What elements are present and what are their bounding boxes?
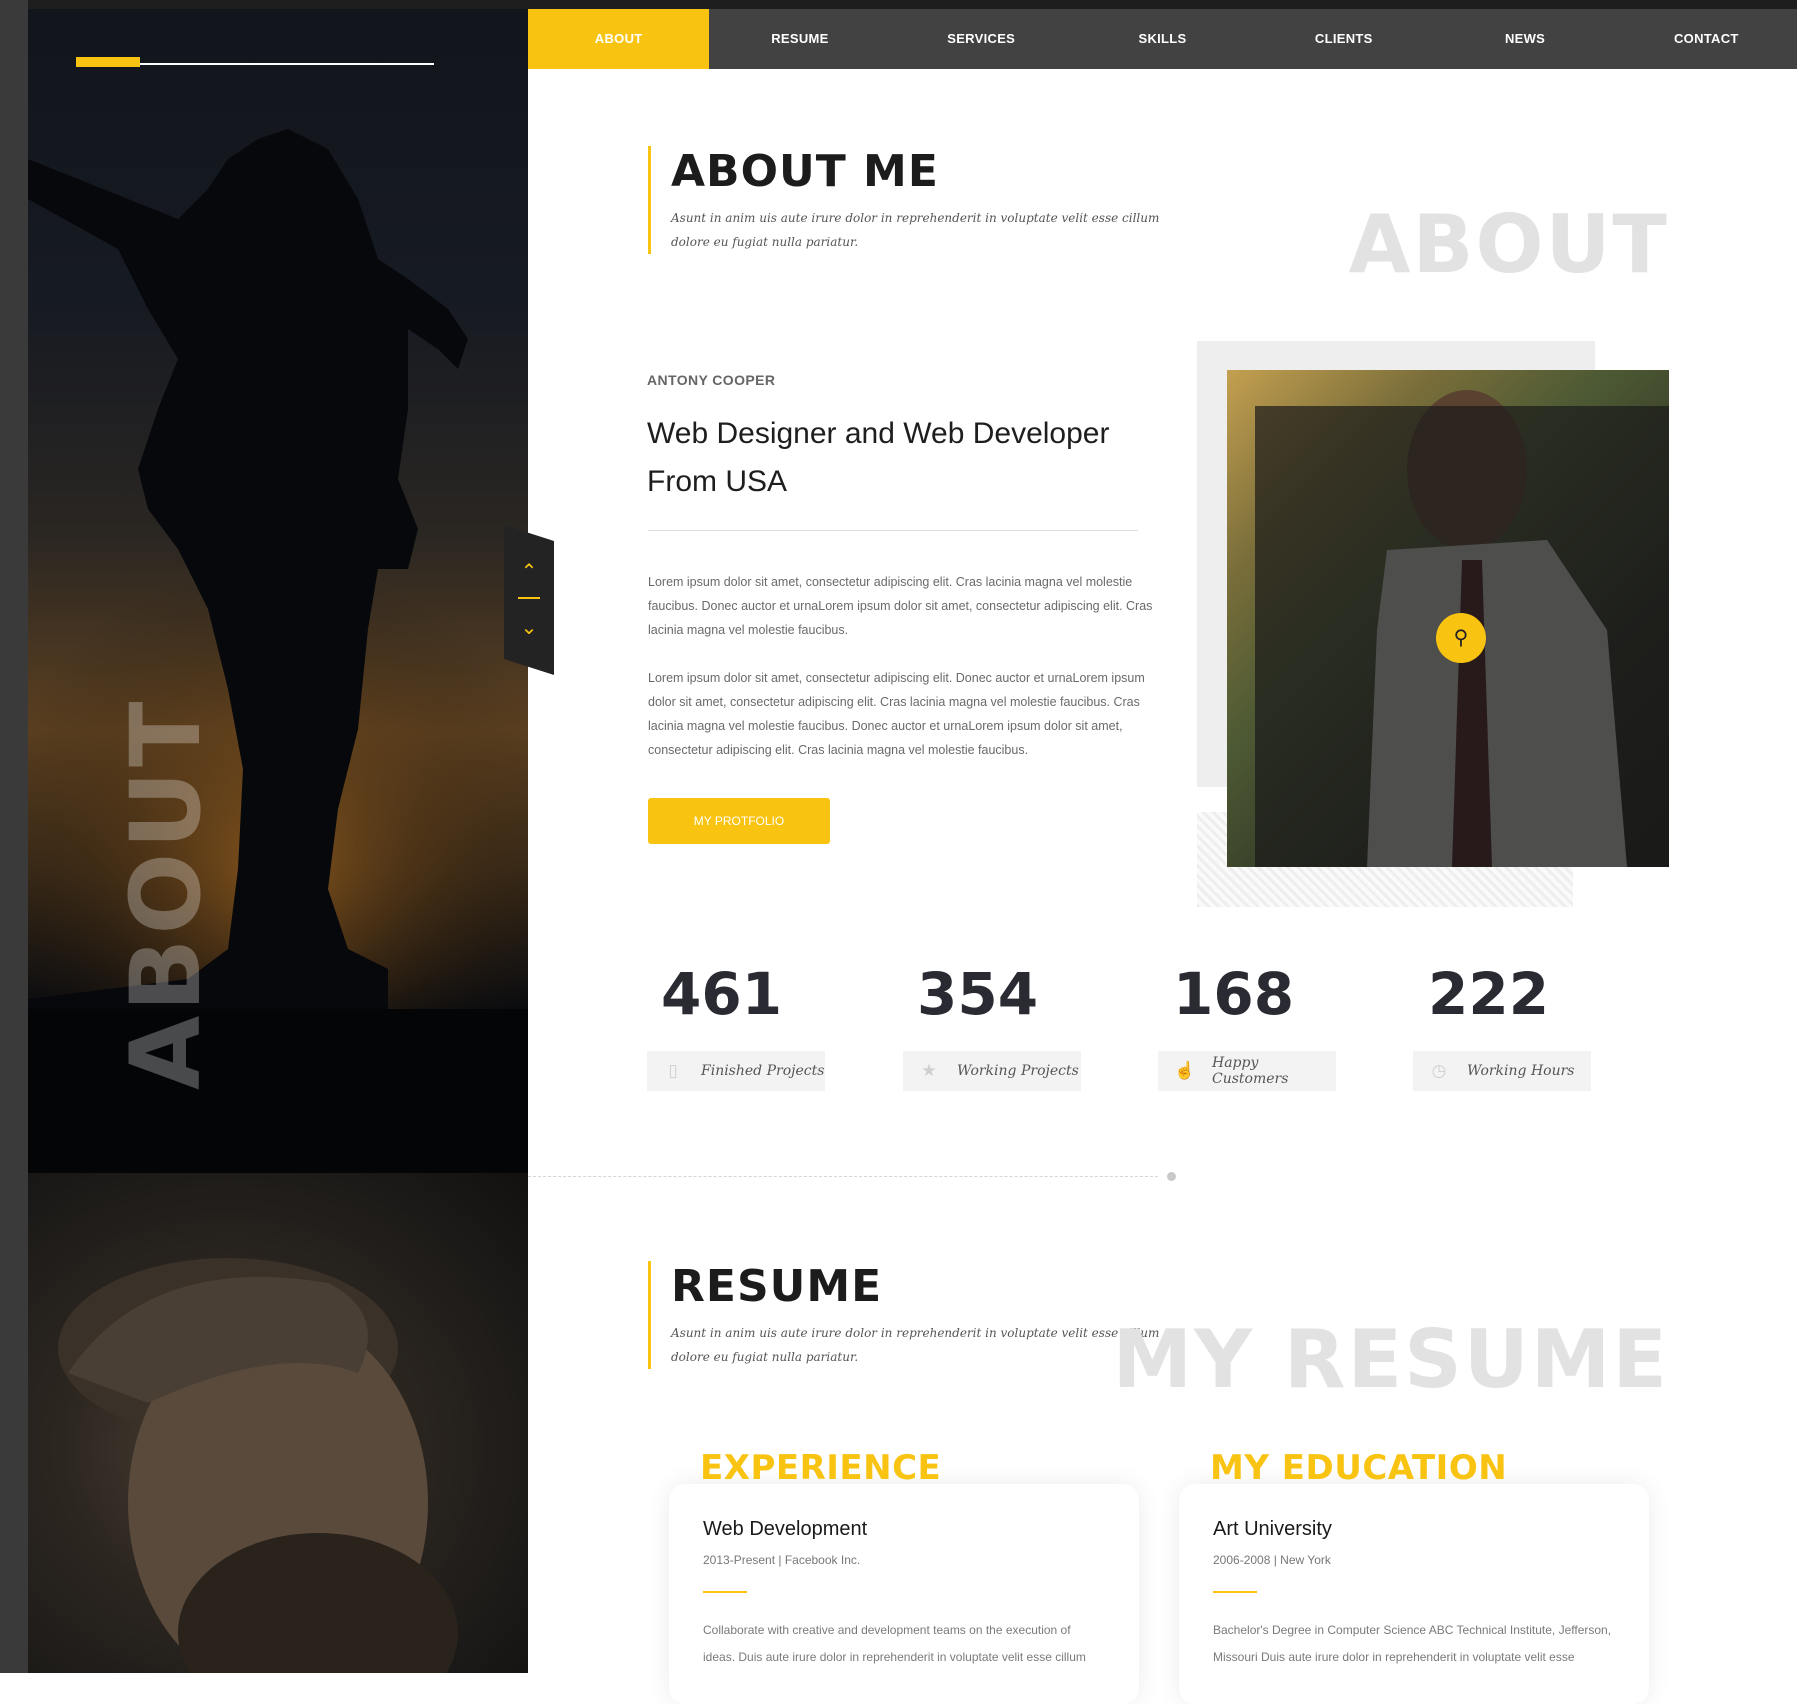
stat-value-working: 354 (917, 960, 1039, 1028)
resume-watermark: MY RESUME (1112, 1313, 1669, 1406)
education-title: Art University (1213, 1518, 1332, 1540)
nav-item-contact[interactable]: CONTACT (1616, 9, 1797, 69)
stat-text: Working Projects (957, 1063, 1079, 1079)
about-title: ABOUT ME (671, 146, 939, 197)
hero-image-panel: ABOUT (28, 9, 528, 1173)
resume-heading: RESUME Asunt in anim uis aute irure dolo… (648, 1261, 1161, 1369)
about-paragraph-2: Lorem ipsum dolor sit amet, consectetur … (648, 671, 1145, 757)
resume-subtitle: Asunt in anim uis aute irure dolor in re… (671, 1326, 1160, 1364)
left-rail (0, 0, 28, 1673)
resume-title: RESUME (671, 1261, 883, 1312)
profile-name: ANTONY COOPER (647, 372, 776, 388)
stat-text: Happy Customers (1212, 1055, 1289, 1087)
portrait-image-panel (28, 1173, 528, 1673)
education-body: Bachelor's Degree in Computer Science AB… (1213, 1623, 1612, 1664)
arrow-divider (518, 597, 540, 599)
experience-card: Web Development 2013-Present | Facebook … (669, 1484, 1139, 1704)
about-paragraph-1: Lorem ipsum dolor sit amet, consectetur … (648, 575, 1153, 637)
nav-item-skills[interactable]: SKILLS (1072, 9, 1253, 69)
about-watermark: ABOUT (1348, 198, 1669, 291)
nav-item-clients[interactable]: CLIENTS (1253, 9, 1434, 69)
nav-item-services[interactable]: SERVICES (891, 9, 1072, 69)
stat-value-finished: 461 (661, 960, 783, 1028)
experience-body: Collaborate with creative and developmen… (703, 1623, 1086, 1664)
experience-accent-bar (703, 1591, 747, 1593)
stat-value-hours: 222 (1428, 960, 1550, 1028)
nav-item-news[interactable]: NEWS (1434, 9, 1615, 69)
education-heading: MY EDUCATION (1210, 1448, 1508, 1488)
stat-label-working: ★ Working Projects (903, 1051, 1081, 1091)
trophy-icon: ★ (921, 1061, 937, 1080)
thumbs-up-icon: ☝ (1174, 1061, 1196, 1080)
stat-label-customers: ☝ Happy Customers (1158, 1051, 1336, 1091)
stat-label-finished: ▯ Finished Projects (647, 1051, 825, 1091)
about-heading: ABOUT ME Asunt in anim uis aute irure do… (648, 146, 1161, 254)
bearded-man-portrait (58, 1258, 458, 1673)
hero-vertical-text: ABOUT (110, 697, 222, 1090)
main-nav: ABOUT RESUME SERVICES SKILLS CLIENTS NEW… (528, 9, 1797, 69)
experience-title: Web Development (703, 1518, 868, 1540)
section-divider (528, 1176, 1158, 1177)
education-card: Art University 2006-2008 | New York Bach… (1179, 1484, 1649, 1704)
section-divider-dot (1167, 1172, 1176, 1181)
portfolio-button[interactable]: MY PROTFOLIO (648, 798, 830, 844)
about-subtitle: Asunt in anim uis aute irure dolor in re… (671, 211, 1160, 249)
stat-text: Finished Projects (701, 1063, 825, 1079)
stat-text: Working Hours (1467, 1063, 1575, 1079)
nav-item-about[interactable]: ABOUT (528, 9, 710, 69)
education-meta: 2006-2008 | New York (1213, 1553, 1331, 1567)
role-divider (648, 530, 1138, 531)
hiker-silhouette (28, 129, 528, 1173)
education-accent-bar (1213, 1591, 1257, 1593)
chevron-up-icon[interactable]: ⌃ (518, 561, 540, 583)
experience-meta: 2013-Present | Facebook Inc. (703, 1553, 861, 1567)
stat-label-hours: ◷ Working Hours (1413, 1051, 1591, 1091)
section-arrow-tab[interactable]: ⌃ ⌄ (504, 525, 554, 675)
search-icon[interactable]: ⚲ (1436, 613, 1486, 663)
experience-heading: EXPERIENCE (700, 1448, 942, 1488)
clock-icon: ◷ (1431, 1061, 1447, 1080)
nav-item-resume[interactable]: RESUME (709, 9, 890, 69)
profile-role: Web Designer and Web Developer From USA (647, 417, 1110, 498)
chevron-down-icon[interactable]: ⌄ (518, 617, 540, 639)
hero-progress-bar (76, 57, 140, 67)
folder-icon: ▯ (668, 1061, 678, 1080)
stat-value-customers: 168 (1173, 960, 1295, 1028)
top-strip (0, 0, 1797, 9)
